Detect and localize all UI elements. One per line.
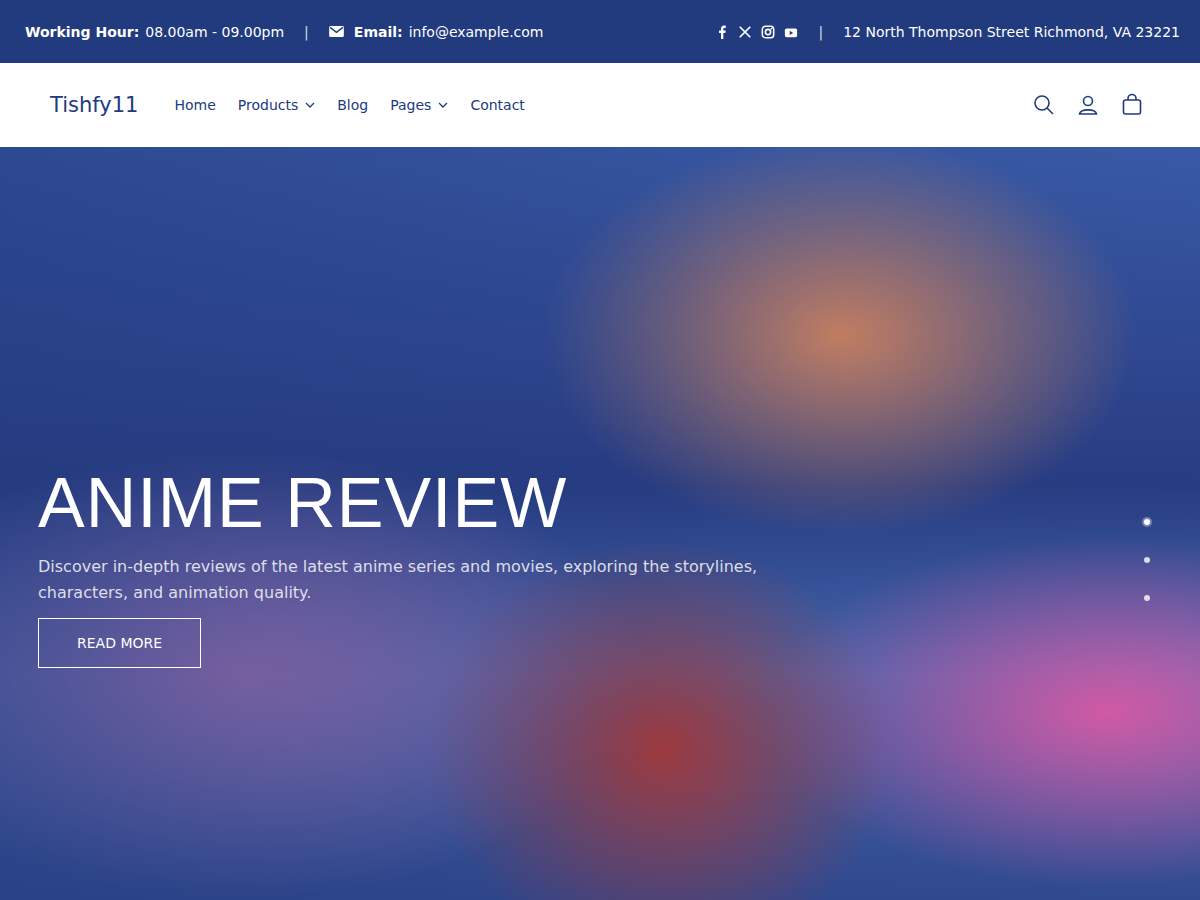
hero-description: Discover in-depth reviews of the latest … [38, 554, 778, 606]
cart-icon[interactable] [1120, 93, 1144, 117]
main-nav: Home Products Blog Pages Contact [174, 97, 524, 113]
working-hour: Working Hour: 08.00am - 09.00pm [25, 24, 284, 40]
chevron-down-icon [305, 102, 315, 108]
nav-item[interactable]: Blog [337, 97, 368, 113]
working-hour-value: 08.00am - 09.00pm [145, 24, 284, 40]
slider-dot[interactable] [1144, 519, 1150, 525]
separator: | [304, 24, 309, 40]
nav-item[interactable]: Pages [390, 97, 448, 113]
nav-item[interactable]: Contact [470, 97, 524, 113]
envelope-icon [329, 26, 344, 37]
facebook-icon[interactable] [715, 25, 729, 39]
page: Working Hour: 08.00am - 09.00pm | Email: inf… [0, 0, 1200, 900]
account-icon[interactable] [1076, 93, 1100, 117]
email[interactable]: Email: info@example.com [329, 24, 544, 40]
logo[interactable]: Tishfy11 [50, 93, 138, 117]
x-icon[interactable] [738, 25, 752, 39]
search-icon[interactable] [1032, 93, 1056, 117]
top-bar: Working Hour: 08.00am - 09.00pm | Email: inf… [0, 0, 1200, 63]
chevron-down-icon [438, 102, 448, 108]
separator: | [818, 24, 823, 40]
slider-dots [1144, 519, 1150, 601]
slider-dot[interactable] [1144, 595, 1150, 601]
nav-item[interactable]: Products [238, 97, 315, 113]
email-value: info@example.com [409, 24, 544, 40]
instagram-icon[interactable] [761, 25, 775, 39]
email-label: Email: [354, 24, 403, 40]
social-links [715, 25, 798, 39]
nav-item[interactable]: Home [174, 97, 215, 113]
read-more-button[interactable]: READ MORE [38, 618, 201, 668]
address: 12 North Thompson Street Richmond, VA 23… [843, 24, 1180, 40]
youtube-icon[interactable] [784, 25, 798, 39]
header: Tishfy11 Home Products Blog Pages Contact [0, 63, 1200, 147]
slider-dot[interactable] [1144, 557, 1150, 563]
hero-title: ANIME REVIEW [38, 465, 567, 542]
working-hour-label: Working Hour: [25, 24, 139, 40]
hero-banner: ANIME REVIEW Discover in-depth reviews of… [0, 147, 1200, 900]
